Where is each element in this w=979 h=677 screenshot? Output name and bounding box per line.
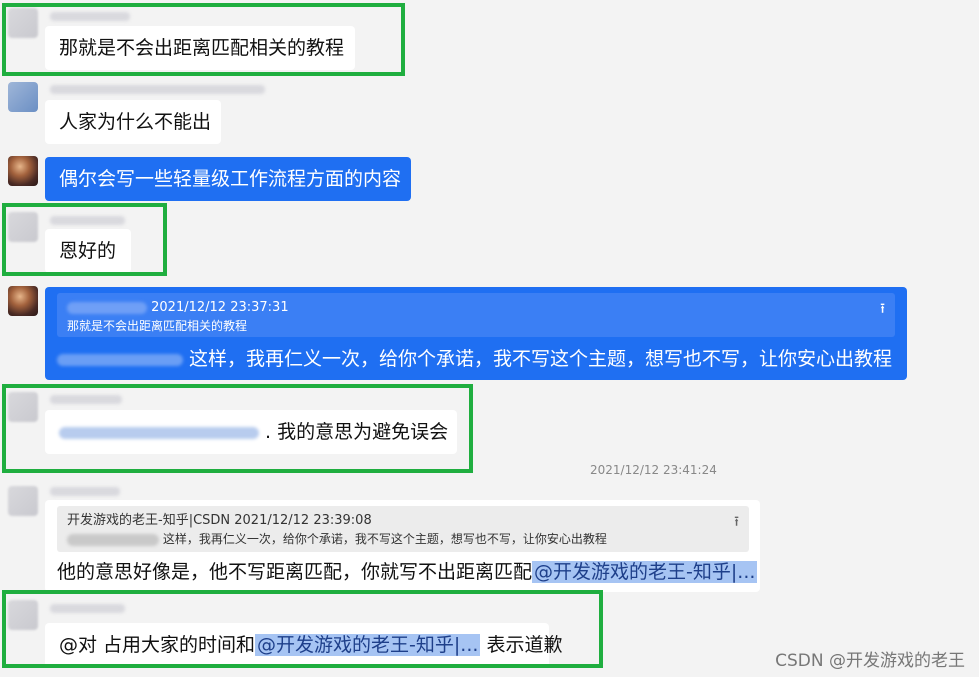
quote-text: 这样，我再仁义一次，给你个承诺，我不写这个主题，想写也不写，让你安心出教程	[162, 532, 607, 546]
avatar[interactable]	[8, 156, 38, 186]
message-text: 他的意思好像是，他不写距离匹配，你就写不出距离匹配	[57, 561, 533, 583]
avatar[interactable]	[8, 286, 38, 316]
quote-header: 开发游戏的老王-知乎|CSDN 2021/12/12 23:39:08	[67, 513, 372, 528]
mention-blurred	[57, 353, 183, 366]
quote-text: 那就是不会出距离匹配相关的教程	[67, 319, 248, 333]
pin-top-icon[interactable]: ⭱	[880, 298, 885, 322]
sender-name	[50, 85, 265, 94]
avatar[interactable]	[8, 82, 38, 112]
quote-time: 2021/12/12 23:37:31	[151, 300, 289, 315]
watermark: CSDN @开发游戏的老王	[775, 651, 965, 671]
highlight-box	[2, 384, 473, 473]
message-text: 偶尔会写一些轻量级工作流程方面的内容	[59, 168, 402, 190]
message-bubble[interactable]: 偶尔会写一些轻量级工作流程方面的内容	[45, 157, 411, 201]
pin-top-icon[interactable]: ⭱	[734, 511, 739, 535]
message-bubble[interactable]: 人家为什么不能出	[45, 100, 221, 144]
message-bubble[interactable]: 开发游戏的老王-知乎|CSDN 2021/12/12 23:39:08 这样，我…	[45, 500, 760, 592]
message-bubble[interactable]: 2021/12/12 23:37:31 那就是不会出距离匹配相关的教程 ⭱ 这样…	[45, 287, 907, 380]
mention-link[interactable]: @开发游戏的老王-知乎|...	[532, 561, 758, 583]
sender-name	[50, 487, 120, 496]
quoted-message[interactable]: 2021/12/12 23:37:31 那就是不会出距离匹配相关的教程 ⭱	[57, 293, 895, 337]
mention-blurred	[67, 533, 159, 546]
time-divider: 2021/12/12 23:41:24	[590, 463, 717, 477]
quoted-sender	[67, 301, 147, 314]
highlight-box	[2, 590, 603, 668]
message-text: 人家为什么不能出	[59, 111, 212, 133]
avatar[interactable]	[8, 486, 38, 516]
quoted-message[interactable]: 开发游戏的老王-知乎|CSDN 2021/12/12 23:39:08 这样，我…	[57, 506, 749, 552]
message-text: 这样，我再仁义一次，给你个承诺，我不写这个主题，想写也不写，让你安心出教程	[189, 348, 893, 370]
highlight-box	[2, 203, 167, 276]
highlight-box	[2, 3, 405, 76]
